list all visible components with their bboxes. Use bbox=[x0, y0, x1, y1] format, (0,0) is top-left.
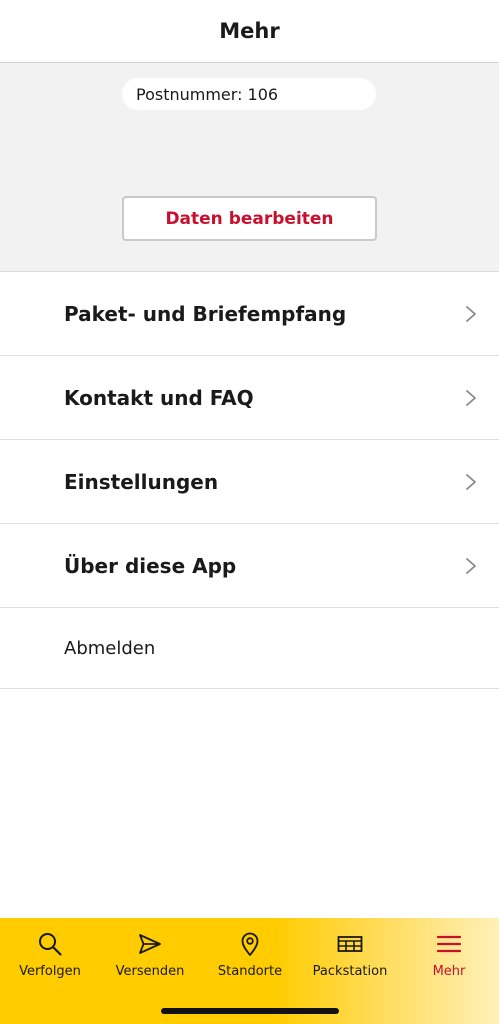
tab-versenden[interactable]: Versenden bbox=[100, 918, 200, 988]
send-icon bbox=[139, 934, 161, 954]
tab-packstation[interactable]: Packstation bbox=[300, 918, 400, 988]
menu-item-contact-faq[interactable]: Kontakt und FAQ bbox=[0, 356, 499, 440]
chevron-right-icon bbox=[466, 305, 476, 322]
logout-button[interactable]: Abmelden bbox=[0, 608, 499, 689]
menu-icon bbox=[436, 935, 462, 953]
search-icon bbox=[39, 933, 62, 956]
menu-item-label: Einstellungen bbox=[64, 469, 219, 494]
location-pin-icon bbox=[241, 932, 259, 956]
tab-label: Mehr bbox=[432, 964, 466, 979]
edit-data-button[interactable]: Daten bearbeiten bbox=[122, 196, 377, 241]
menu-item-parcel-letter-receipt[interactable]: Paket- und Briefempfang bbox=[0, 272, 499, 356]
tab-mehr[interactable]: Mehr bbox=[399, 918, 499, 988]
profile-section: Postnummer: 106 Daten bearbeiten bbox=[0, 63, 499, 272]
more-menu: Paket- und Briefempfang Kontakt und FAQ … bbox=[0, 272, 499, 689]
home-indicator[interactable] bbox=[161, 1008, 339, 1014]
menu-item-about-app[interactable]: Über diese App bbox=[0, 524, 499, 608]
app-header: Mehr bbox=[0, 0, 499, 63]
chevron-right-icon bbox=[466, 473, 476, 490]
menu-item-settings[interactable]: Einstellungen bbox=[0, 440, 499, 524]
postnummer-badge: Postnummer: 106 bbox=[122, 78, 376, 110]
tab-label: Packstation bbox=[312, 964, 388, 979]
menu-item-label: Kontakt und FAQ bbox=[64, 385, 254, 410]
menu-item-label: Über diese App bbox=[64, 553, 237, 578]
tab-label: Versenden bbox=[115, 964, 185, 979]
page-title: Mehr bbox=[219, 19, 280, 43]
tab-verfolgen[interactable]: Verfolgen bbox=[0, 918, 100, 988]
tab-standorte[interactable]: Standorte bbox=[200, 918, 300, 988]
packstation-icon bbox=[337, 936, 363, 952]
menu-item-label: Paket- und Briefempfang bbox=[64, 301, 347, 326]
tab-label: Verfolgen bbox=[19, 964, 81, 979]
tab-label: Standorte bbox=[217, 964, 283, 979]
chevron-right-icon bbox=[466, 557, 476, 574]
chevron-right-icon bbox=[466, 389, 476, 406]
logout-label: Abmelden bbox=[64, 637, 156, 659]
